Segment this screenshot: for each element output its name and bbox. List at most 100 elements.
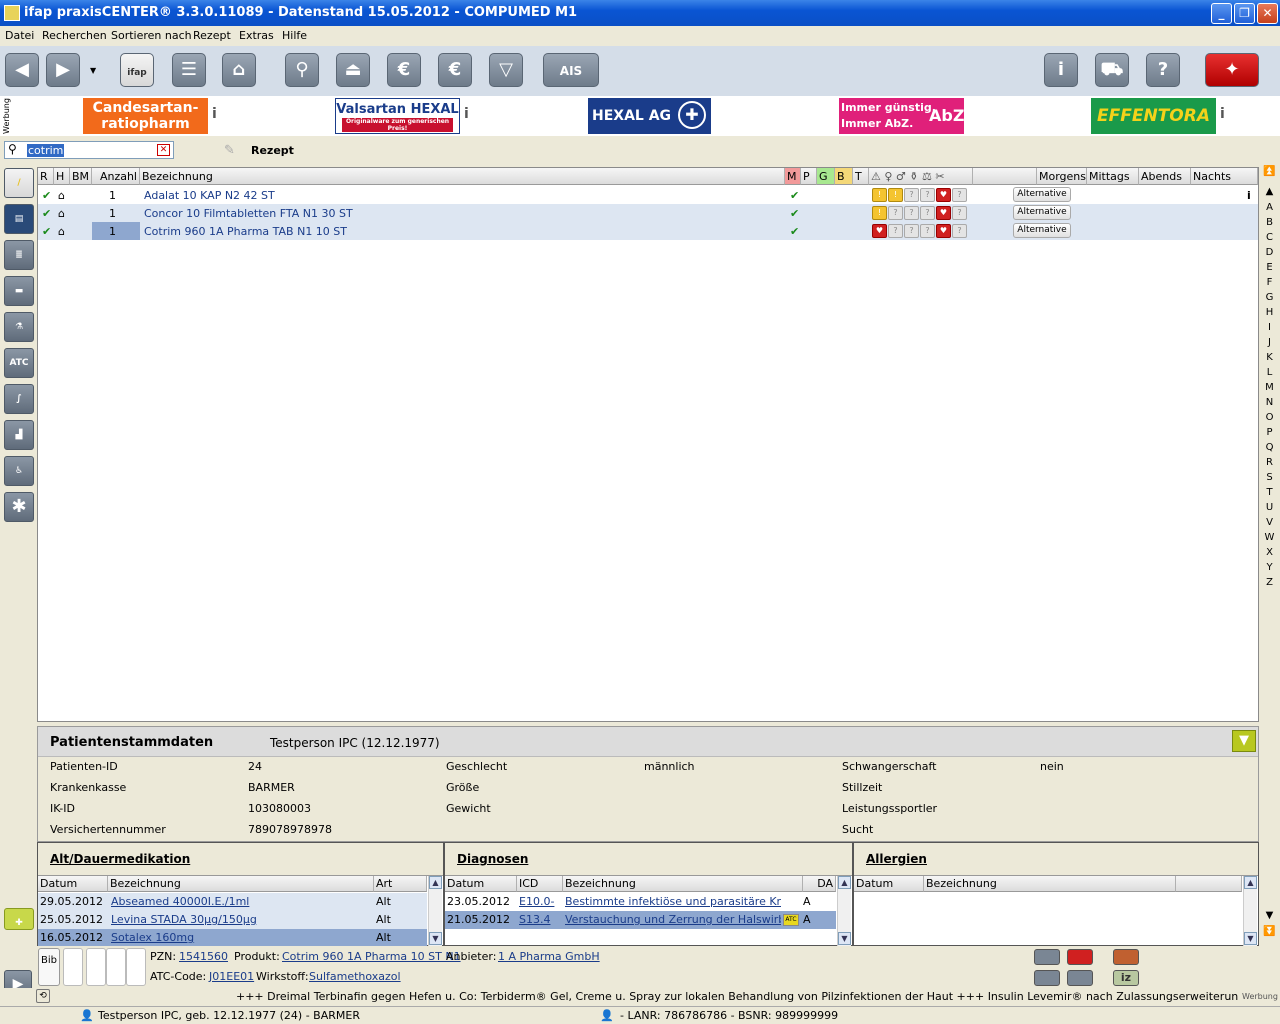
iz-icon[interactable]: iz: [1113, 970, 1139, 986]
ad-candesartan[interactable]: Candesartan-ratiopharm: [83, 98, 208, 134]
alpha-h[interactable]: H: [1261, 307, 1278, 318]
refresh-icon[interactable]: ⟲: [36, 989, 50, 1003]
col-header-art[interactable]: Art: [374, 876, 427, 892]
col-header-bm[interactable]: BM: [70, 168, 92, 185]
col-header-m[interactable]: M: [785, 168, 801, 185]
produkt-value[interactable]: Cotrim 960 1A Pharma 10 ST N1: [282, 950, 461, 963]
sidebar-wheelchair-button[interactable]: ♿: [4, 456, 34, 486]
row-bezeichnung[interactable]: Cotrim 960 1A Pharma TAB N1 10 ST: [142, 222, 782, 240]
maximize-button[interactable]: ❐: [1234, 3, 1255, 24]
sidebar-screen-button[interactable]: ▤: [4, 204, 34, 234]
alpha-i[interactable]: I: [1261, 322, 1278, 333]
help-button[interactable]: ?: [1146, 53, 1180, 87]
col-header-datum[interactable]: Datum: [38, 876, 108, 892]
warn-grey-icon[interactable]: ?: [904, 224, 919, 238]
warn-grey-icon[interactable]: ?: [952, 188, 967, 202]
warn-grey-icon[interactable]: ?: [904, 206, 919, 220]
search-button[interactable]: ⚲: [285, 53, 319, 87]
info-icon[interactable]: i: [1245, 186, 1253, 204]
warn-grey-icon[interactable]: ?: [888, 224, 903, 238]
sidebar-factory-button[interactable]: ▟: [4, 420, 34, 450]
menu-datei[interactable]: Datei: [5, 29, 34, 42]
ad-info-icon[interactable]: i: [212, 106, 217, 122]
alpha-f[interactable]: F: [1261, 277, 1278, 288]
warn-red-icon[interactable]: ♥: [936, 188, 951, 202]
ad-effentora[interactable]: EFFENTORA: [1091, 98, 1216, 134]
warn-grey-icon[interactable]: ?: [888, 206, 903, 220]
alpha-m[interactable]: M: [1261, 382, 1278, 393]
scroll-down-icon[interactable]: ▼: [429, 932, 442, 945]
list-search-button[interactable]: ☰: [172, 53, 206, 87]
col-header-p[interactable]: P: [801, 168, 817, 185]
anbieter-value[interactable]: 1 A Pharma GmbH: [498, 950, 600, 963]
col-header-icd[interactable]: ICD: [517, 876, 563, 892]
alpha-y[interactable]: Y: [1261, 562, 1278, 573]
menu-hilfe[interactable]: Hilfe: [282, 29, 307, 42]
menu-extras[interactable]: Extras: [239, 29, 274, 42]
ad-hexal[interactable]: HEXAL AG ✚: [588, 98, 711, 134]
alpha-g[interactable]: G: [1261, 292, 1278, 303]
sidebar-pill-button[interactable]: ▬: [4, 276, 34, 306]
empty-slot[interactable]: [126, 948, 146, 986]
col-header-datum[interactable]: Datum: [854, 876, 924, 892]
stethoscope-warning-icon[interactable]: [1067, 970, 1093, 986]
minimize-button[interactable]: _: [1211, 3, 1232, 24]
scroll-up-icon[interactable]: ▲: [1244, 876, 1257, 889]
scroll-down-icon[interactable]: ▼: [1244, 932, 1257, 945]
ad-info-icon[interactable]: i: [1220, 106, 1225, 122]
col-header-alternative[interactable]: [973, 168, 1037, 185]
row-bezeichnung[interactable]: Adalat 10 KAP N2 42 ST: [142, 186, 782, 204]
med-bezeichnung[interactable]: Levina STADA 30µg/150µg: [109, 911, 259, 929]
col-header-anzahl[interactable]: Anzahl: [92, 168, 140, 185]
wirkstoff-value[interactable]: Sulfamethoxazol: [309, 970, 401, 983]
scroll-down-icon[interactable]: ▼: [838, 932, 851, 945]
euro-plus-button[interactable]: €: [438, 53, 472, 87]
scroll-bottom-icon[interactable]: ⏬: [1261, 926, 1278, 937]
ais-button[interactable]: AIS: [543, 53, 599, 87]
warn-red-icon[interactable]: ♥: [936, 224, 951, 238]
med-bezeichnung[interactable]: Abseamed 40000I.E./1ml: [109, 893, 251, 911]
alpha-s[interactable]: S: [1261, 472, 1278, 483]
scroll-top-icon[interactable]: ⏫: [1261, 166, 1278, 177]
table-row[interactable]: ✔ ⌂ 1 Concor 10 Filmtabletten FTA N1 30 …: [38, 204, 1258, 222]
col-header-datum[interactable]: Datum: [445, 876, 517, 892]
alpha-j[interactable]: J: [1261, 337, 1278, 348]
table-row[interactable]: ✔ ⌂ 1 Cotrim 960 1A Pharma TAB N1 10 ST …: [38, 222, 1258, 240]
sidebar-layers-button[interactable]: ≣: [4, 240, 34, 270]
sidebar-ifap-button[interactable]: /: [4, 168, 34, 198]
warn-red-icon[interactable]: ♥: [872, 224, 887, 238]
clear-search-icon[interactable]: ✕: [157, 144, 170, 156]
alpha-v[interactable]: V: [1261, 517, 1278, 528]
sidebar-asterisk-button[interactable]: ✱: [4, 492, 34, 522]
pregnancy-warning-icon[interactable]: [1034, 970, 1060, 986]
collapse-toggle-icon[interactable]: ▼: [1232, 730, 1256, 752]
col-header-r[interactable]: R: [38, 168, 54, 185]
alpha-z[interactable]: Z: [1261, 577, 1278, 588]
col-header-bezeichnung[interactable]: Bezeichnung: [924, 876, 1176, 892]
rezept-label[interactable]: Rezept: [251, 144, 294, 157]
medikation-scrollbar[interactable]: ▲ ▼: [428, 876, 442, 946]
car-warning-icon[interactable]: [1034, 949, 1060, 965]
atc-value[interactable]: J01EE01: [209, 970, 254, 983]
ad-valsartan[interactable]: Valsartan HEXAL Originalware zum generis…: [335, 98, 460, 134]
empty-slot[interactable]: [106, 948, 126, 986]
warn-grey-icon[interactable]: ?: [920, 224, 935, 238]
diag-bezeichnung[interactable]: Bestimmte infektiöse und parasitäre Kran…: [563, 893, 781, 911]
medikation-title[interactable]: Alt/Dauermedikation: [50, 852, 190, 866]
eject-button[interactable]: ⏏: [336, 53, 370, 87]
euro-warning-icon[interactable]: [1113, 949, 1139, 965]
warn-grey-icon[interactable]: ?: [920, 206, 935, 220]
scroll-down-icon[interactable]: ▼: [1261, 910, 1278, 921]
cart-button[interactable]: ⛟: [1095, 53, 1129, 87]
alpha-q[interactable]: Q: [1261, 442, 1278, 453]
col-header-b[interactable]: B: [835, 168, 853, 185]
ad-abz[interactable]: Immer günstig. Immer AbZ. AbZ: [839, 98, 964, 134]
menu-rezept[interactable]: Rezept: [193, 29, 231, 42]
warn-red-icon[interactable]: ♥: [936, 206, 951, 220]
diag-bezeichnung[interactable]: Verstauchung und Zerrung der Halswirbels…: [563, 911, 781, 929]
alpha-n[interactable]: N: [1261, 397, 1278, 408]
menu-recherchen[interactable]: Recherchen: [42, 29, 107, 42]
alpha-k[interactable]: K: [1261, 352, 1278, 363]
search-input[interactable]: cotrim: [27, 144, 65, 157]
ifox-button[interactable]: ✦: [1205, 53, 1259, 87]
